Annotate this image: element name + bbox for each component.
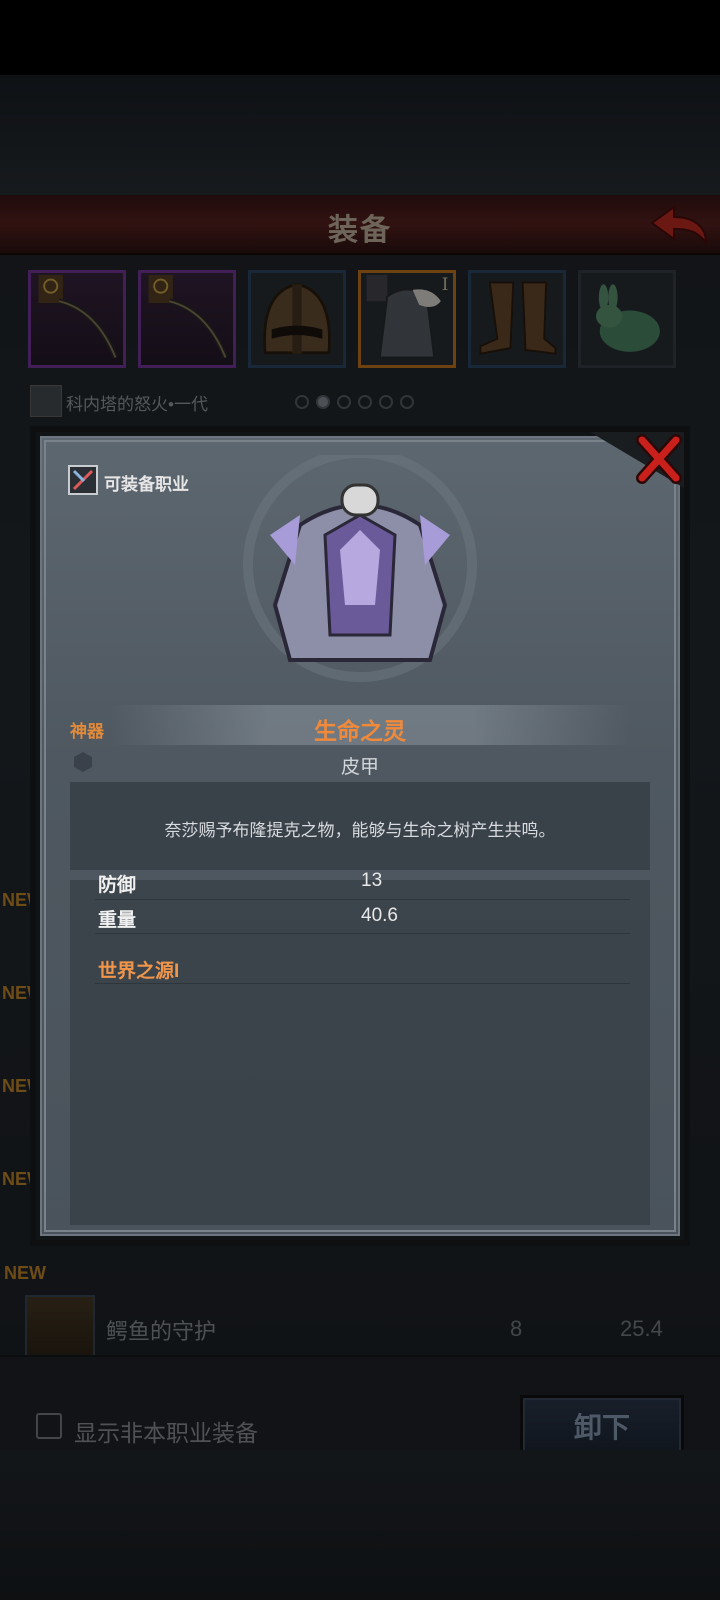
stat-name-weight: 重量: [98, 910, 137, 931]
divider: [95, 983, 630, 984]
equippable-class-label[interactable]: 可装备职业: [104, 470, 189, 495]
stats-box: [70, 880, 650, 1225]
class-icon: [68, 465, 98, 495]
stat-value-weight: 40.6: [361, 905, 398, 926]
armor-artwork-icon: [230, 448, 490, 695]
divider: [95, 933, 630, 934]
item-description: 奈莎赐予布隆提克之物，能够与生命之树产生共鸣。: [164, 821, 556, 840]
item-type: 皮甲: [340, 757, 379, 778]
stat-value-defense: 13: [361, 870, 383, 891]
close-icon[interactable]: [636, 434, 682, 484]
stat-name-defense: 防御: [98, 875, 137, 896]
divider: [95, 899, 630, 900]
item-title: 生命之灵: [314, 718, 406, 744]
set-bonus-name: 世界之源I: [98, 961, 180, 982]
